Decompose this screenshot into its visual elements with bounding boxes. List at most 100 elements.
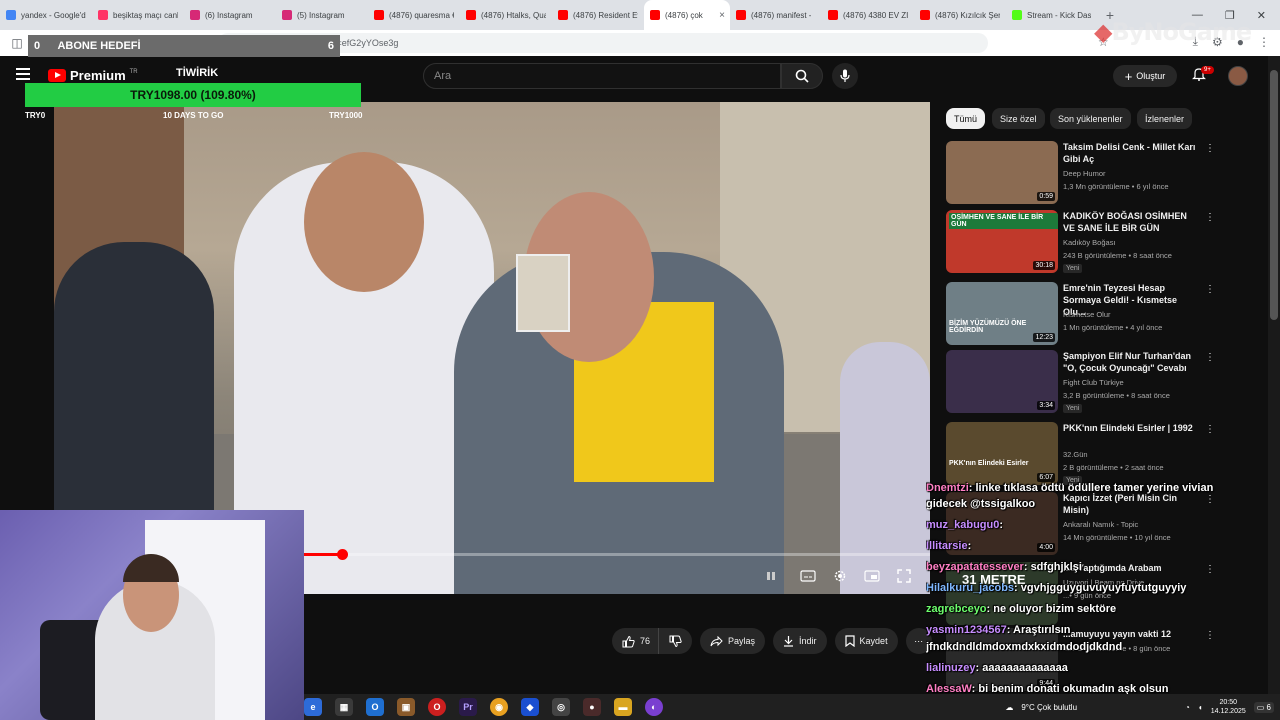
subscriber-goal-end: 6 — [327, 40, 334, 52]
weather-text[interactable]: 9°C Çok bulutlu — [1021, 703, 1077, 712]
video-title[interactable]: Taksim Delisi Cenk - Millet Karı Gibi Aç — [1063, 141, 1199, 165]
hamburger-menu-icon[interactable] — [16, 68, 30, 80]
video-scrubber-knob[interactable] — [336, 549, 348, 560]
tab-favicon-icon — [1012, 10, 1022, 20]
video-meta: 1,3 Mn görüntüleme • 6 yıl önce — [1063, 182, 1169, 191]
pause-icon[interactable] — [762, 568, 780, 584]
browser-tab[interactable]: (4876) çok × — [644, 0, 730, 30]
video-thumbnail[interactable]: 3:34 — [946, 350, 1058, 413]
tab-favicon-icon — [828, 10, 838, 20]
edge-taskbar-icon[interactable]: e — [304, 698, 322, 716]
file-explorer-taskbar-icon[interactable]: ▬ — [614, 698, 632, 716]
store-taskbar-icon[interactable]: ▦ — [335, 698, 353, 716]
browser-tab[interactable]: Stream - Kick Das — [1006, 0, 1098, 30]
firefox-taskbar-icon[interactable]: ◐ — [645, 698, 663, 716]
video-options-icon[interactable]: ⋮ — [1205, 284, 1215, 295]
subtitles-icon[interactable] — [799, 568, 817, 584]
app-taskbar-icon[interactable]: ▣ — [397, 698, 415, 716]
channel-name[interactable]: Fight Club Türkiye — [1063, 378, 1124, 387]
share-button[interactable]: Paylaş — [700, 628, 766, 654]
fullscreen-icon[interactable] — [895, 568, 913, 584]
outlook-taskbar-icon[interactable]: O — [366, 698, 384, 716]
filter-chip[interactable]: Son yüklenenler — [1050, 108, 1131, 129]
browser-tab[interactable]: (4876) Htalks, Qua — [460, 0, 552, 30]
video-meta: 243 B görüntüleme • 8 saat önce — [1063, 251, 1172, 260]
suggested-video[interactable]: PKK'nın Elindeki Esirler 6:07 PKK'nın Elin… — [946, 422, 1246, 486]
chrome-taskbar-icon[interactable]: ◉ — [490, 698, 508, 716]
video-meta: 2 B görüntüleme • 2 saat önce — [1063, 463, 1164, 472]
chat-text: : ne oluyor bizim sektöre — [986, 603, 1117, 615]
video-options-icon[interactable]: ⋮ — [1205, 424, 1215, 435]
channel-name[interactable]: Deep Humor — [1063, 169, 1106, 178]
chat-username: zagrebceyo — [926, 603, 987, 615]
video-title[interactable]: Şampiyon Elif Nur Turhan'dan "O, Çocuk O… — [1063, 350, 1199, 374]
browser-tab[interactable]: beşiktaş maçı canlı — [92, 0, 184, 30]
theater-mode-icon[interactable] — [863, 568, 881, 584]
browser-tab[interactable]: (4876) quaresma € — [368, 0, 460, 30]
browser-tab[interactable]: yandex - Google'da — [0, 0, 92, 30]
create-button[interactable]: + Oluştur — [1113, 65, 1177, 87]
menu-dots-icon[interactable]: ⋮ — [1258, 35, 1270, 49]
filter-chip[interactable]: Size özel — [992, 108, 1045, 129]
tab-close-icon[interactable]: × — [719, 10, 725, 21]
page-scrollbar[interactable] — [1268, 56, 1280, 696]
taskbar-clock[interactable]: 20:50 14.12.2025 — [1211, 698, 1246, 716]
video-frame-person-right — [840, 342, 930, 594]
video-duration: 3:34 — [1037, 401, 1055, 410]
tab-title: (4876) quaresma € — [389, 10, 454, 20]
volume-icon[interactable]: ◖ — [1198, 703, 1203, 712]
voice-search-button[interactable] — [832, 63, 858, 89]
browser-tab[interactable]: (4876) Resident Ev — [552, 0, 644, 30]
sidebar-toggle-icon[interactable]: ◫ — [6, 36, 28, 50]
chat-message: lialinuzey: aaaaaaaaaaaaaa — [926, 658, 1266, 678]
chat-text: : aaaaaaaaaaaaaa — [975, 662, 1068, 674]
search-button[interactable] — [781, 63, 823, 89]
download-button[interactable]: İndir — [773, 628, 827, 654]
create-label: Oluştur — [1136, 71, 1166, 81]
video-progress-bar[interactable] — [304, 549, 930, 560]
video-thumbnail[interactable]: 0:59 — [946, 141, 1058, 204]
filter-chip[interactable]: Tümü — [946, 108, 986, 129]
video-options-icon[interactable]: ⋮ — [1205, 212, 1215, 223]
browser-tab[interactable]: (4876) Kızılcık Şerl — [914, 0, 1006, 30]
video-options-icon[interactable]: ⋮ — [1205, 352, 1215, 363]
notification-center-icon[interactable]: ▭ 6 — [1253, 701, 1274, 713]
premiere-taskbar-icon[interactable]: Pr — [459, 698, 477, 716]
close-window-icon[interactable]: ✕ — [1257, 9, 1266, 22]
video-thumbnail[interactable]: PKK'nın Elindeki Esirler 6:07 — [946, 422, 1058, 485]
suggested-video[interactable]: BİZİM YÜZÜMÜZÜ ÖNE EĞDİRDİN 12:23 Emre'nin… — [946, 282, 1246, 346]
video-thumbnail[interactable]: OSİMHEN VE SANE İLE BİR GÜN 30:18 — [946, 210, 1058, 273]
suggested-video[interactable]: OSİMHEN VE SANE İLE BİR GÜN 30:18 KADIKÖY … — [946, 210, 1246, 274]
save-button[interactable]: Kaydet — [834, 628, 898, 654]
browser-tab[interactable]: (4876) manifest - — [730, 0, 822, 30]
video-options-icon[interactable]: ⋮ — [1205, 143, 1215, 154]
obs-taskbar-icon[interactable]: ● — [583, 698, 601, 716]
suggested-video[interactable]: 0:59 Taksim Delisi Cenk - Millet Karı Gib… — [946, 141, 1246, 205]
browser-tab[interactable]: (4876) 4380 EV ZI — [822, 0, 914, 30]
tab-title: (6) Instagram — [205, 10, 253, 20]
opera-taskbar-icon[interactable]: O — [428, 698, 446, 716]
dislike-button[interactable] — [658, 628, 693, 654]
suggested-video[interactable]: 3:34 Şampiyon Elif Nur Turhan'dan "O, Çoc… — [946, 350, 1246, 414]
wifi-icon[interactable]: ◔ — [1185, 703, 1190, 712]
video-duration: 12:23 — [1033, 333, 1055, 342]
video-thumbnail[interactable]: BİZİM YÜZÜMÜZÜ ÖNE EĞDİRDİN 12:23 — [946, 282, 1058, 345]
chat-username: Illitarsie — [926, 540, 968, 552]
channel-name[interactable]: 32.Gün — [1063, 450, 1088, 459]
search-input[interactable]: Ara — [423, 63, 781, 89]
channel-name[interactable]: Kadıköy Boğası — [1063, 238, 1116, 247]
youtube-logo[interactable]: Premium TR — [48, 68, 138, 83]
filter-chip[interactable]: İzlenenler — [1137, 108, 1193, 129]
discord-taskbar-icon[interactable]: ◆ — [521, 698, 539, 716]
browser-tab[interactable]: (6) Instagram — [184, 0, 276, 30]
video-title[interactable]: KADIKÖY BOĞASI OSİMHEN VE SANE İLE BİR G… — [1063, 210, 1199, 234]
download-label: İndir — [799, 636, 817, 646]
scrollbar-thumb[interactable] — [1270, 70, 1278, 320]
browser-tab[interactable]: (5) Instagram — [276, 0, 368, 30]
video-title[interactable]: PKK'nın Elindeki Esirler | 1992 — [1063, 422, 1199, 434]
steam-taskbar-icon[interactable]: ◎ — [552, 698, 570, 716]
like-button[interactable]: 76 — [612, 628, 659, 654]
account-avatar[interactable] — [1228, 66, 1248, 86]
channel-name[interactable]: Kısmetse Olur — [1063, 310, 1111, 319]
settings-gear-icon[interactable] — [831, 568, 849, 584]
